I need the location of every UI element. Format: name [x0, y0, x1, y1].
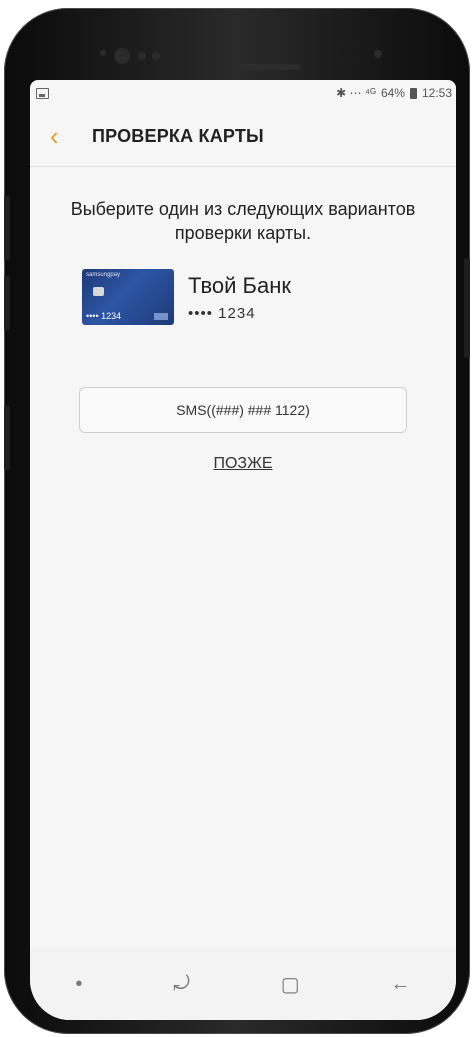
card-summary: samsungpay •••• 1234 Твой Банк •••• 1234: [82, 269, 456, 325]
sensor-dot: [100, 50, 106, 56]
card-info: Твой Банк •••• 1234: [188, 273, 291, 322]
screen: ✱ ⋯ ⁴ᴳ 64% 12:53 ‹ ПРОВЕРКА КАРТЫ Выбери…: [30, 80, 456, 1020]
battery-percent: 64%: [380, 86, 405, 100]
recent-apps-icon[interactable]: ⤾: [173, 973, 190, 996]
front-camera: [338, 44, 356, 62]
clock: 12:53: [421, 86, 452, 100]
status-bar: ✱ ⋯ ⁴ᴳ 64% 12:53: [30, 80, 456, 106]
home-icon[interactable]: ▢: [281, 972, 300, 997]
volume-up-button: [4, 196, 10, 260]
back-chevron-icon[interactable]: ‹: [50, 123, 76, 149]
card-thumbnail: samsungpay •••• 1234: [82, 269, 174, 325]
instruction-text: Выберите один из следующих вариантов про…: [70, 199, 416, 243]
bixby-button: [4, 406, 10, 470]
masked-card-number: •••• 1234: [188, 304, 256, 322]
iris-sensor: [114, 48, 130, 64]
battery-icon: [409, 87, 417, 99]
card-network-logo: [154, 313, 168, 320]
card-chip-icon: [93, 287, 104, 296]
power-button: [464, 258, 470, 358]
verification-content: Выберите один из следующих вариантов про…: [30, 167, 456, 473]
card-brand-label: samsungpay: [86, 272, 121, 278]
later-link[interactable]: ПОЗЖЕ: [213, 455, 272, 473]
bank-name: Твой Банк: [188, 272, 291, 298]
signal-icons: ✱ ⋯ ⁴ᴳ: [336, 86, 376, 100]
nav-dot-icon: •: [75, 972, 83, 995]
app-bar: ‹ ПРОВЕРКА КАРТЫ: [30, 106, 456, 167]
status-right: ✱ ⋯ ⁴ᴳ 64% 12:53: [336, 86, 452, 100]
earpiece-speaker: [236, 64, 300, 70]
navigation-bar: • ⤾ ▢ ←: [30, 948, 456, 1020]
volume-down-button: [4, 276, 10, 330]
page-title: ПРОВЕРКА КАРТЫ: [92, 125, 264, 146]
sensor-dot: [152, 52, 160, 60]
gallery-notification-icon: [36, 87, 49, 99]
proximity-sensor: [374, 50, 382, 58]
card-thumb-number: •••• 1234: [86, 311, 122, 321]
phone-frame: ✱ ⋯ ⁴ᴳ 64% 12:53 ‹ ПРОВЕРКА КАРТЫ Выбери…: [4, 8, 470, 1034]
sensor-dot: [138, 52, 146, 60]
sms-verification-button[interactable]: SMS((###) ### 1122): [79, 387, 407, 433]
back-icon[interactable]: ←: [391, 973, 411, 996]
